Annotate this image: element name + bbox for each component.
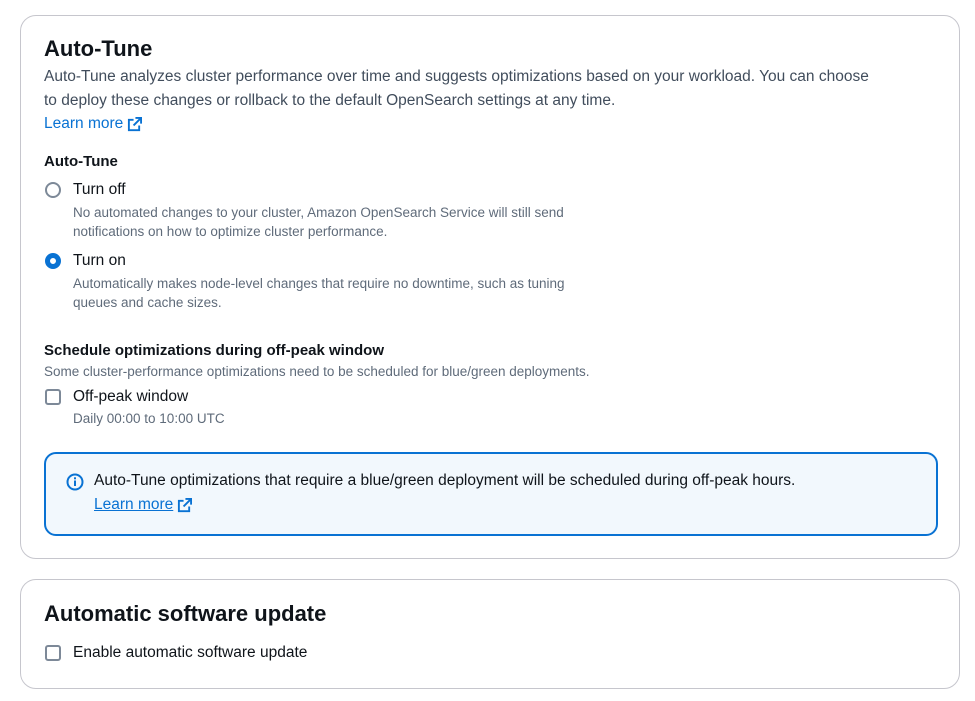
turn-off-label[interactable]: Turn off	[73, 181, 126, 199]
learn-more-link[interactable]: Learn more	[44, 115, 143, 133]
learn-more-label: Learn more	[44, 115, 124, 132]
off-peak-checkbox[interactable]	[45, 389, 61, 405]
alert-text: Auto-Tune optimizations that require a b…	[94, 472, 796, 489]
info-alert: Auto-Tune optimizations that require a b…	[44, 452, 938, 536]
schedule-label: Schedule optimizations during off-peak w…	[44, 342, 385, 359]
turn-on-label[interactable]: Turn on	[73, 252, 126, 270]
turn-off-radio[interactable]	[45, 182, 61, 198]
turn-off-desc-line1: No automated changes to your cluster, Am…	[73, 205, 564, 220]
turn-on-description: Automatically makes node-level changes t…	[73, 274, 565, 312]
external-link-icon	[128, 116, 143, 131]
software-update-title: Automatic software update	[44, 601, 327, 626]
autotune-description-line2: to deploy these changes or rollback to t…	[44, 92, 616, 109]
autotune-panel: Auto-Tune Auto-Tune analyzes cluster per…	[20, 15, 960, 559]
autotune-field-label: Auto-Tune	[44, 153, 118, 170]
turn-on-desc-line2: queues and cache sizes.	[73, 295, 222, 310]
turn-on-desc-line1: Automatically makes node-level changes t…	[73, 276, 565, 291]
info-icon	[66, 473, 84, 491]
autotune-description: Auto-Tune analyzes cluster performance o…	[44, 65, 869, 113]
software-update-checkbox[interactable]	[45, 645, 61, 661]
turn-off-desc-line2: notifications on how to optimize cluster…	[73, 224, 388, 239]
turn-off-description: No automated changes to your cluster, Am…	[73, 203, 564, 241]
autotune-title: Auto-Tune	[44, 36, 153, 61]
autotune-description-line1: Auto-Tune analyzes cluster performance o…	[44, 68, 869, 85]
software-update-panel: Automatic software update Enable automat…	[20, 579, 960, 689]
alert-learn-more-label: Learn more	[94, 496, 174, 513]
off-peak-label[interactable]: Off-peak window	[73, 388, 188, 406]
alert-learn-more-link[interactable]: Learn more	[94, 496, 193, 514]
turn-on-radio[interactable]	[45, 253, 61, 269]
software-update-label[interactable]: Enable automatic software update	[73, 644, 307, 662]
off-peak-description: Daily 00:00 to 10:00 UTC	[73, 411, 225, 426]
external-link-icon	[178, 497, 193, 512]
schedule-description: Some cluster-performance optimizations n…	[44, 364, 590, 379]
